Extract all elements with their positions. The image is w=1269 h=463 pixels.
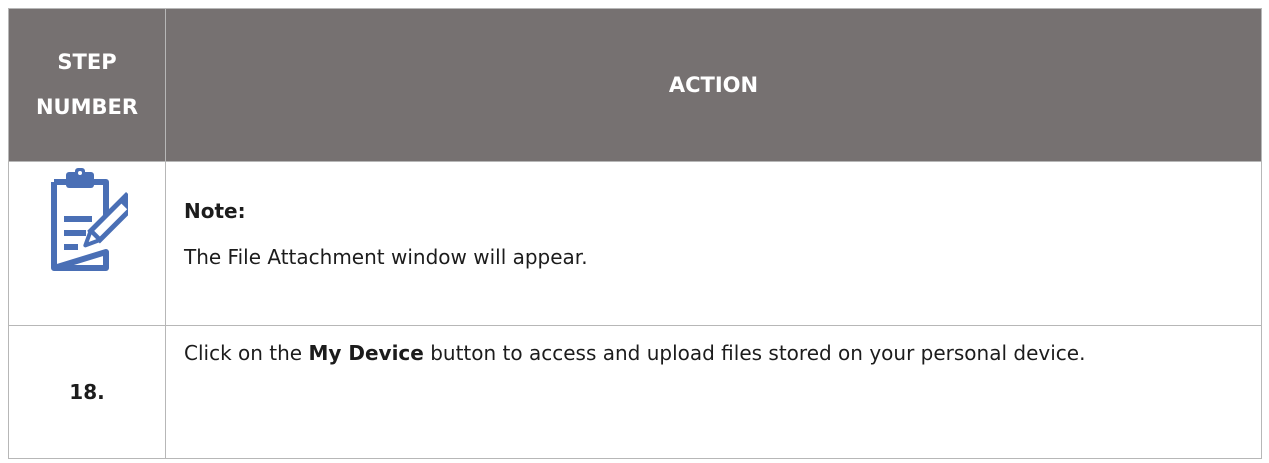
step-text-before: Click on the: [184, 341, 309, 365]
step-number-header: STEP NUMBER: [8, 8, 166, 162]
step-instruction: Click on the My Device button to access …: [165, 325, 1262, 459]
step-text-after: button to access and upload files stored…: [423, 341, 1086, 365]
table-header-row: STEP NUMBER ACTION: [8, 8, 1262, 162]
note-icon-cell: [8, 161, 166, 326]
step-bold-text: My Device: [308, 341, 424, 365]
action-header: ACTION: [165, 8, 1262, 162]
step-header-line2: NUMBER: [35, 95, 139, 119]
note-content: Note: The File Attachment window will ap…: [165, 161, 1262, 326]
steps-table: STEP NUMBER ACTION Note: The File Attach…: [8, 8, 1262, 459]
clipboard-edit-icon: [51, 168, 128, 271]
step-header-line1: STEP: [57, 50, 117, 74]
step-number: 18.: [8, 325, 166, 459]
note-text: The File Attachment window will appear.: [184, 245, 588, 269]
note-row: Note: The File Attachment window will ap…: [8, 161, 1262, 326]
note-title: Note:: [184, 199, 246, 223]
step-row: 18. Click on the My Device button to acc…: [8, 325, 1262, 459]
